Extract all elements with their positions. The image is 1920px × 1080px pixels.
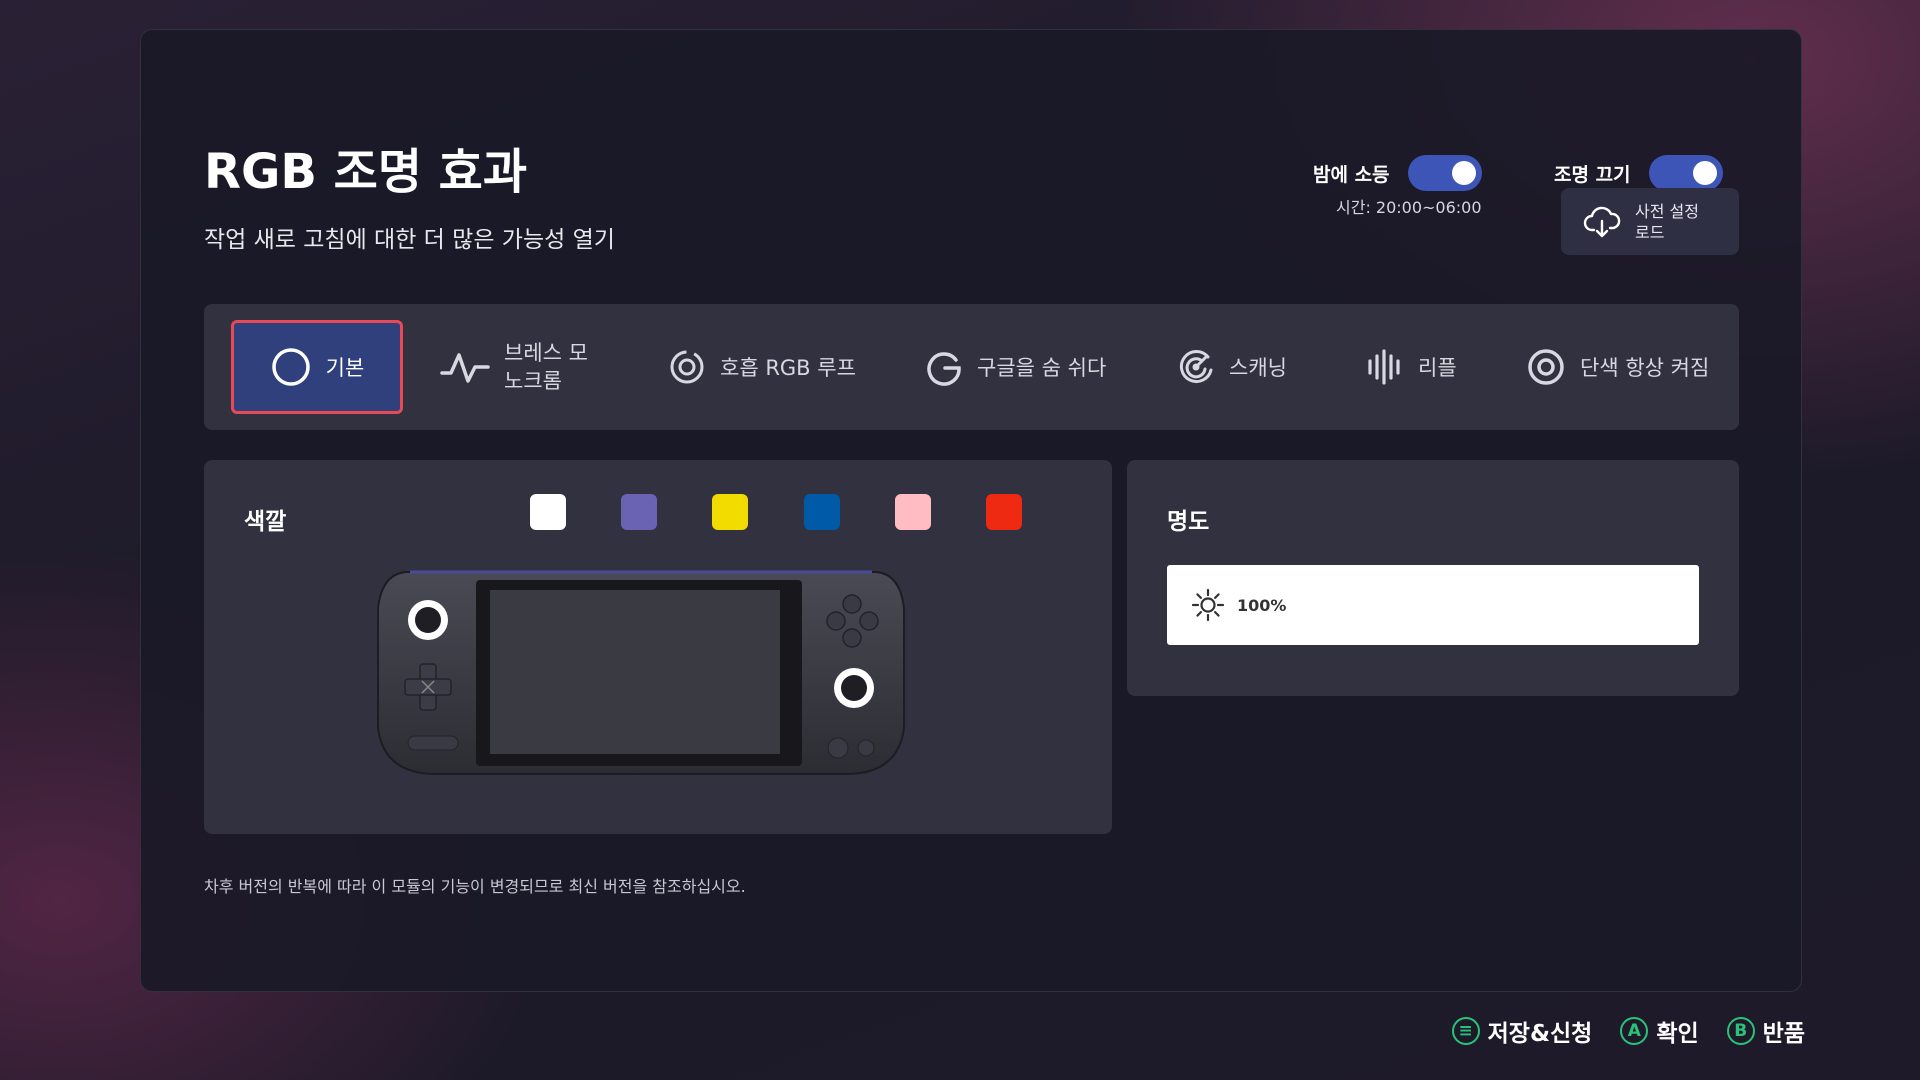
menu-icon: ≡ — [1451, 1017, 1480, 1045]
tab-solid-always-on[interactable]: 단색 항상 켜짐 — [1526, 304, 1709, 430]
tab-label: 스캐닝 — [1229, 356, 1287, 380]
brightness-value: 100% — [1237, 595, 1287, 615]
page-subtitle: 작업 새로 고침에 대한 더 많은 가능성 열기 — [204, 227, 615, 253]
ring-icon — [1526, 347, 1566, 387]
lights-off-toggle[interactable] — [1648, 155, 1723, 191]
swatch-white[interactable] — [530, 494, 566, 530]
save-apply-label: 저장&신청 — [1487, 1021, 1593, 1047]
night-off-time: 시간: 20:00~06:00 — [1336, 198, 1482, 217]
tab-breathing-google[interactable]: 구글을 숨 쉬다 — [925, 304, 1106, 430]
night-off-toggle[interactable] — [1407, 155, 1482, 191]
pulse-wave-icon — [440, 347, 490, 387]
tab-breath-mono[interactable]: 브레스 모노크롬 — [440, 304, 604, 430]
tab-label: 리플 — [1418, 356, 1457, 380]
tab-breathing-rgb-loop[interactable]: 호흡 RGB 루프 — [668, 304, 856, 430]
breathing-loop-icon — [668, 348, 706, 386]
footer-button-hints: ≡ 저장&신청 A 확인 B 반품 — [1451, 1014, 1805, 1048]
tab-ripple[interactable]: 리플 — [1364, 304, 1457, 430]
confirm-button[interactable]: A 확인 — [1620, 1014, 1699, 1048]
swatch-yellow[interactable] — [712, 494, 748, 530]
tab-label: 단색 항상 켜짐 — [1580, 356, 1710, 380]
swatch-red[interactable] — [986, 494, 1022, 530]
rgb-settings-panel: RGB 조명 효과 작업 새로 고침에 대한 더 많은 가능성 열기 밤에 소등… — [140, 29, 1802, 992]
swatch-purple[interactable] — [621, 494, 657, 530]
circle-icon — [270, 346, 312, 388]
swatch-pink[interactable] — [895, 494, 931, 530]
cloud-download-icon — [1583, 203, 1621, 241]
version-disclaimer: 차후 버전의 반복에 따라 이 모듈의 기능이 변경되므로 최신 버전을 참조하… — [204, 877, 746, 896]
sun-icon — [1191, 588, 1225, 622]
save-apply-button[interactable]: ≡ 저장&신청 — [1451, 1014, 1593, 1048]
scanning-icon — [1177, 348, 1215, 386]
load-preset-button[interactable]: 사전 설정 로드 — [1561, 188, 1739, 255]
tab-label: 브레스 모노크롬 — [504, 341, 588, 393]
b-button-icon: B — [1726, 1017, 1755, 1045]
tab-label: 호흡 RGB 루프 — [720, 356, 856, 380]
night-off-toggle-group: 밤에 소등 — [1313, 155, 1482, 191]
color-label: 색깔 — [244, 509, 287, 535]
confirm-label: 확인 — [1656, 1021, 1699, 1047]
night-off-label: 밤에 소등 — [1313, 163, 1390, 186]
google-g-icon — [925, 348, 963, 386]
handheld-device-illustration — [376, 568, 906, 778]
tab-label: 기본 — [325, 356, 365, 380]
page-title: RGB 조명 효과 — [204, 144, 528, 200]
tab-basic[interactable]: 기본 — [231, 320, 403, 414]
effect-tabs: 기본 브레스 모노크롬 호흡 RGB 루프 구글을 숨 쉬다 스캐닝 리플 단색… — [204, 304, 1739, 430]
swatch-blue[interactable] — [804, 494, 840, 530]
brightness-label: 명도 — [1167, 509, 1210, 535]
ripple-bars-icon — [1364, 347, 1404, 387]
load-preset-label: 사전 설정 로드 — [1635, 201, 1699, 242]
lights-off-label: 조명 끄기 — [1554, 163, 1631, 186]
brightness-slider[interactable]: 100% — [1167, 565, 1699, 645]
lights-off-toggle-group: 조명 끄기 — [1554, 155, 1723, 191]
return-label: 반품 — [1762, 1021, 1805, 1047]
brightness-panel: 명도 100% — [1127, 460, 1739, 696]
color-panel: 색깔 — [204, 460, 1112, 834]
return-button[interactable]: B 반품 — [1726, 1014, 1805, 1048]
a-button-icon: A — [1620, 1017, 1649, 1045]
tab-scanning[interactable]: 스캐닝 — [1177, 304, 1287, 430]
tab-label: 구글을 숨 쉬다 — [977, 356, 1107, 380]
